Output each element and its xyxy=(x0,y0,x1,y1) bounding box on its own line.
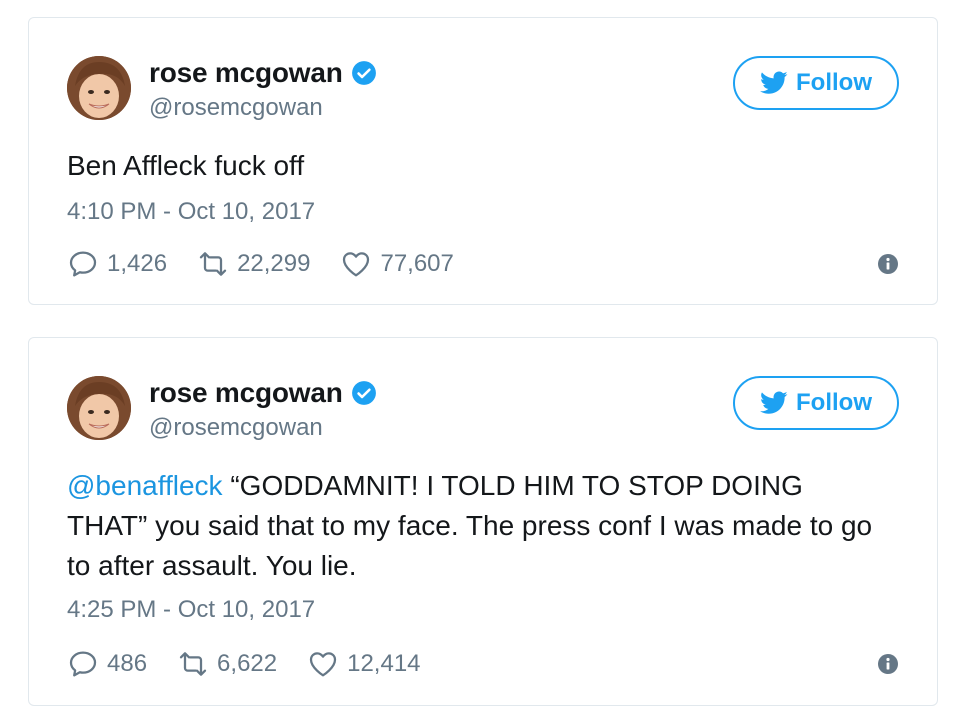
verified-badge-icon xyxy=(351,380,377,406)
tweet-body: Ben Affleck fuck off xyxy=(67,150,305,181)
reply-count: 1,426 xyxy=(107,250,168,277)
like-icon xyxy=(343,252,370,277)
reply-icon xyxy=(69,251,97,277)
verified-badge-icon xyxy=(351,60,377,86)
like-count: 77,607 xyxy=(380,250,454,277)
like-count: 12,414 xyxy=(347,650,421,677)
tweet-actions: 486 6,622 12,414 xyxy=(67,646,899,682)
reply-icon xyxy=(69,651,97,677)
retweet-action[interactable]: 6,622 xyxy=(177,648,277,680)
like-icon xyxy=(309,652,337,677)
follow-button[interactable]: Follow xyxy=(733,376,899,430)
author-name-row: rose mcgowan xyxy=(149,376,377,410)
retweet-icon xyxy=(179,652,207,676)
author-name[interactable]: rose mcgowan xyxy=(149,377,343,409)
author-name-row: rose mcgowan xyxy=(149,56,377,90)
info-icon[interactable] xyxy=(877,253,899,275)
twitter-bird-icon xyxy=(760,391,788,414)
tweet-actions: 1,426 22,299 77,607 xyxy=(67,246,899,282)
like-action[interactable]: 12,414 xyxy=(307,648,421,680)
reply-action[interactable]: 486 xyxy=(67,648,147,680)
mention-link[interactable]: @benaffleck xyxy=(67,470,223,501)
retweet-count: 6,622 xyxy=(217,650,278,677)
author-handle[interactable]: @rosemcgowan xyxy=(149,414,323,442)
twitter-bird-icon xyxy=(760,71,788,94)
retweet-action[interactable]: 22,299 xyxy=(197,248,310,280)
tweet-text: Ben Affleck fuck off xyxy=(67,146,887,186)
retweet-count: 22,299 xyxy=(237,250,311,277)
tweet-timestamp[interactable]: 4:10 PM - Oct 10, 2017 xyxy=(67,198,315,226)
author-name[interactable]: rose mcgowan xyxy=(149,57,343,89)
retweet-icon xyxy=(199,252,227,276)
info-icon[interactable] xyxy=(877,653,899,675)
tweet-card: rose mcgowan @rosemcgowan Follow @benaff… xyxy=(28,337,938,706)
follow-label: Follow xyxy=(796,69,872,96)
tweet-text: @benaffleck “GODDAMNIT! I TOLD HIM TO ST… xyxy=(67,466,887,586)
tweet-card: rose mcgowan @rosemcgowan Follow Ben Aff… xyxy=(28,17,938,305)
follow-label: Follow xyxy=(796,389,872,416)
reply-count: 486 xyxy=(107,650,148,677)
like-action[interactable]: 77,607 xyxy=(340,248,454,280)
avatar[interactable] xyxy=(67,376,131,440)
author-handle[interactable]: @rosemcgowan xyxy=(149,94,323,122)
tweet-timestamp[interactable]: 4:25 PM - Oct 10, 2017 xyxy=(67,596,315,624)
follow-button[interactable]: Follow xyxy=(733,56,899,110)
reply-action[interactable]: 1,426 xyxy=(67,248,167,280)
avatar[interactable] xyxy=(67,56,131,120)
